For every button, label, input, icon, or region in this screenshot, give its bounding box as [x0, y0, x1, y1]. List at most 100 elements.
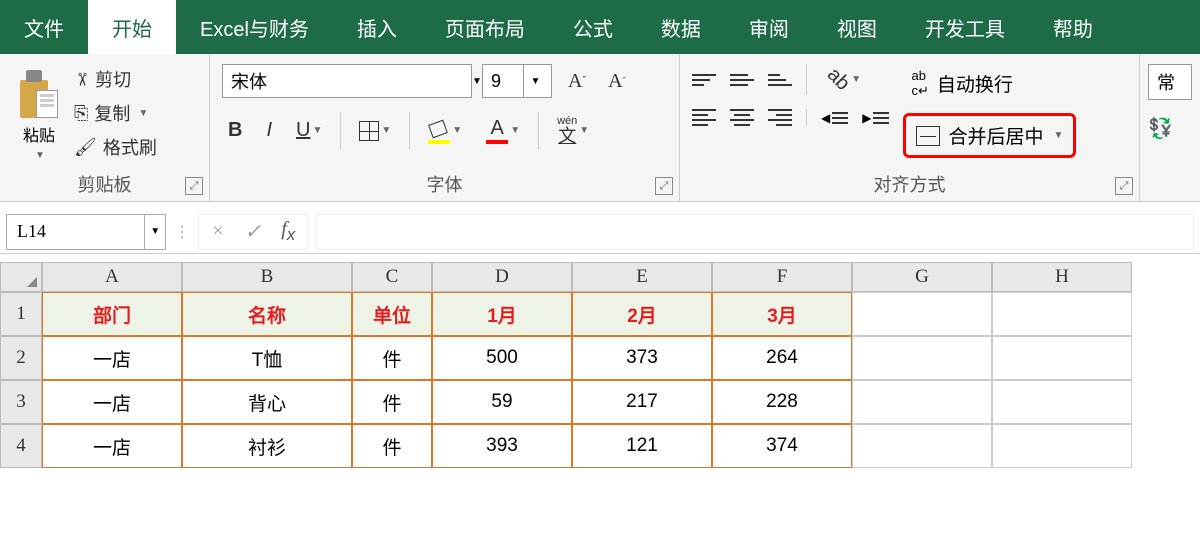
font-color-button[interactable]: A▼: [480, 113, 526, 148]
cell[interactable]: 264: [712, 336, 852, 380]
cell[interactable]: T恤: [182, 336, 352, 380]
tab-Excel与财务[interactable]: Excel与财务: [176, 0, 333, 54]
cell[interactable]: 件: [352, 424, 432, 468]
tab-页面布局[interactable]: 页面布局: [421, 0, 549, 54]
align-center-button[interactable]: [730, 109, 754, 126]
cell[interactable]: [852, 380, 992, 424]
column-header[interactable]: H: [992, 262, 1132, 292]
cancel-formula-button[interactable]: ×: [211, 220, 225, 243]
cell[interactable]: 228: [712, 380, 852, 424]
row-header[interactable]: 2: [0, 336, 42, 380]
cell[interactable]: 部门: [42, 292, 182, 336]
merge-center-button[interactable]: 合并后居中 ▼: [908, 118, 1071, 153]
font-name-input[interactable]: [223, 65, 471, 97]
cell[interactable]: 件: [352, 380, 432, 424]
cell[interactable]: [992, 292, 1132, 336]
row-header[interactable]: 1: [0, 292, 42, 336]
clipboard-launcher[interactable]: ⤢: [185, 177, 203, 195]
decrease-indent-button[interactable]: ◀: [821, 111, 848, 125]
cell[interactable]: [852, 424, 992, 468]
cell[interactable]: 121: [572, 424, 712, 468]
decrease-font-button[interactable]: Aˆ: [602, 66, 631, 97]
underline-button[interactable]: U▼: [290, 115, 328, 146]
cell[interactable]: 1月: [432, 292, 572, 336]
row-header[interactable]: 4: [0, 424, 42, 468]
wrap-text-button[interactable]: abc↵ 自动换行: [903, 64, 1076, 103]
cell[interactable]: [852, 336, 992, 380]
cell[interactable]: 500: [432, 336, 572, 380]
cell[interactable]: 217: [572, 380, 712, 424]
align-middle-button[interactable]: [730, 74, 754, 86]
align-right-button[interactable]: [768, 109, 792, 126]
accounting-format-button[interactable]: 💱: [1148, 116, 1192, 141]
format-painter-button[interactable]: 🖌 格式刷: [74, 134, 157, 160]
font-size-input[interactable]: [483, 65, 523, 97]
cell[interactable]: 一店: [42, 424, 182, 468]
copy-button[interactable]: ⎘ 复制 ▼: [74, 100, 157, 126]
chevron-down-icon[interactable]: ▼: [523, 65, 547, 97]
tab-开始[interactable]: 开始: [88, 0, 176, 54]
number-format-combo[interactable]: 常: [1148, 64, 1192, 100]
increase-font-button[interactable]: Aˆ: [562, 66, 592, 97]
cell[interactable]: 59: [432, 380, 572, 424]
cell[interactable]: 背心: [182, 380, 352, 424]
tab-公式[interactable]: 公式: [549, 0, 637, 54]
select-all-corner[interactable]: [0, 262, 42, 292]
align-bottom-button[interactable]: [768, 74, 792, 86]
column-header[interactable]: D: [432, 262, 572, 292]
tab-数据[interactable]: 数据: [637, 0, 725, 54]
cell[interactable]: 一店: [42, 380, 182, 424]
cell[interactable]: 3月: [712, 292, 852, 336]
tab-开发工具[interactable]: 开发工具: [901, 0, 1029, 54]
enter-formula-button[interactable]: ✓: [245, 219, 262, 244]
cut-button[interactable]: ✂ 剪切: [74, 66, 157, 92]
cell[interactable]: [852, 292, 992, 336]
tab-帮助[interactable]: 帮助: [1029, 0, 1117, 54]
cell[interactable]: 373: [572, 336, 712, 380]
row-header[interactable]: 3: [0, 380, 42, 424]
tab-文件[interactable]: 文件: [0, 0, 88, 54]
column-header[interactable]: B: [182, 262, 352, 292]
borders-button[interactable]: ▼: [353, 117, 397, 145]
column-header[interactable]: G: [852, 262, 992, 292]
cell[interactable]: 名称: [182, 292, 352, 336]
insert-function-button[interactable]: fx: [281, 218, 295, 245]
column-header[interactable]: C: [352, 262, 432, 292]
cell[interactable]: 件: [352, 336, 432, 380]
align-left-button[interactable]: [692, 109, 716, 126]
cell[interactable]: 393: [432, 424, 572, 468]
chevron-down-icon[interactable]: ▼: [144, 215, 165, 249]
cell[interactable]: 衬衫: [182, 424, 352, 468]
name-box[interactable]: ▼: [6, 214, 166, 250]
name-box-input[interactable]: [7, 221, 144, 242]
cell[interactable]: [992, 336, 1132, 380]
font-name-combo[interactable]: ▼: [222, 64, 472, 98]
bold-button[interactable]: B: [222, 115, 248, 146]
cell[interactable]: [992, 424, 1132, 468]
orientation-button[interactable]: ab▼: [821, 64, 867, 95]
tab-视图[interactable]: 视图: [813, 0, 901, 54]
brush-icon: 🖌: [74, 137, 97, 158]
cell[interactable]: 单位: [352, 292, 432, 336]
phonetic-button[interactable]: wén文▼: [551, 112, 595, 149]
cell[interactable]: 一店: [42, 336, 182, 380]
tab-审阅[interactable]: 审阅: [725, 0, 813, 54]
increase-indent-button[interactable]: ▶: [862, 111, 889, 125]
column-header[interactable]: E: [572, 262, 712, 292]
column-header[interactable]: A: [42, 262, 182, 292]
tab-插入[interactable]: 插入: [333, 0, 421, 54]
fill-color-button[interactable]: ▼: [422, 118, 468, 144]
italic-button[interactable]: I: [260, 115, 278, 146]
formula-input[interactable]: [316, 214, 1194, 250]
orientation-icon: ab: [822, 64, 854, 96]
font-size-combo[interactable]: ▼: [482, 64, 552, 98]
alignment-launcher[interactable]: ⤢: [1115, 177, 1133, 195]
column-header[interactable]: F: [712, 262, 852, 292]
paste-button[interactable]: 粘贴 ▼: [12, 64, 66, 167]
align-top-button[interactable]: [692, 74, 716, 86]
font-launcher[interactable]: ⤢: [655, 177, 673, 195]
chevron-down-icon[interactable]: ▼: [471, 65, 482, 97]
cell[interactable]: [992, 380, 1132, 424]
cell[interactable]: 2月: [572, 292, 712, 336]
cell[interactable]: 374: [712, 424, 852, 468]
